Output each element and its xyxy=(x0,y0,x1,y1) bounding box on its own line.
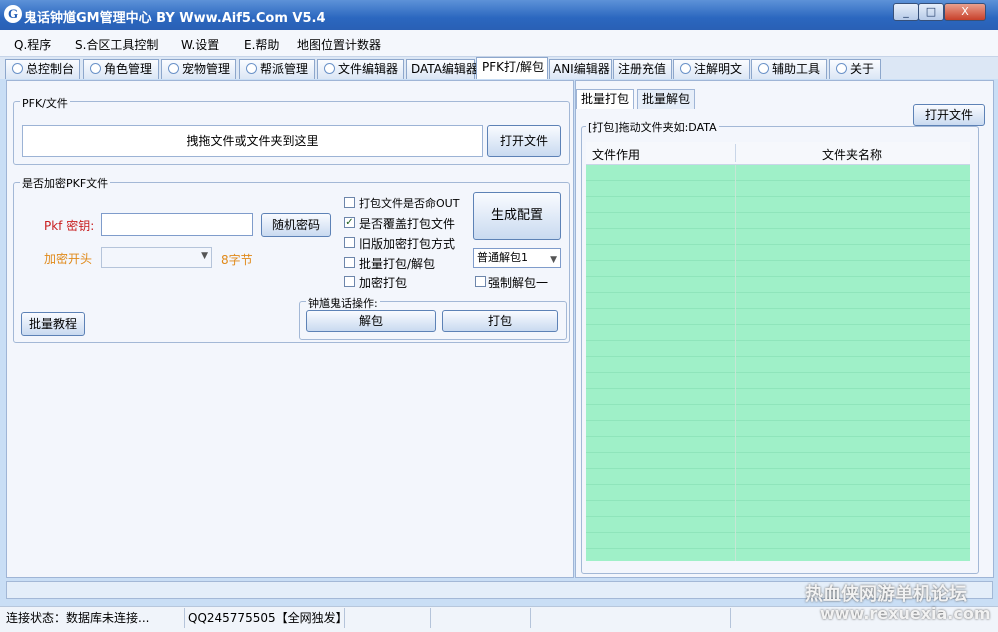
chevron-down-icon: ▼ xyxy=(550,255,557,265)
menu-program[interactable]: Q.程序 xyxy=(14,36,51,53)
encrypt-header-label: 加密开头 xyxy=(44,252,93,266)
tab-guilds[interactable]: 帮派管理 xyxy=(239,59,315,79)
watermark-url: www.rexuexia.com xyxy=(820,604,991,623)
tab-batch-pack[interactable]: 批量打包 xyxy=(576,89,635,109)
menu-bar: Q.程序 S.合区工具控制 W.设置 E.帮助 地图位置计数器 xyxy=(0,30,998,57)
watermark-title: 热血侠网游单机论坛 xyxy=(805,584,967,605)
pfk-file-group-title: PFK/文件 xyxy=(20,95,70,111)
batch-pack-checkbox[interactable] xyxy=(344,257,355,268)
column-divider xyxy=(735,165,736,561)
tab-data-editor[interactable]: DATA编辑器 xyxy=(406,59,478,79)
status-cell-empty xyxy=(532,608,731,628)
column-header-usage[interactable]: 文件作用 xyxy=(592,146,640,163)
overwrite-label: 是否覆盖打包文件 xyxy=(359,217,456,231)
tab-dot-icon xyxy=(680,63,691,74)
chevron-down-icon: ▼ xyxy=(201,251,208,261)
encrypt-group-title: 是否加密PKF文件 xyxy=(20,175,111,191)
right-open-file-button[interactable]: 打开文件 xyxy=(913,104,985,126)
tab-dot-icon xyxy=(758,63,769,74)
pack-button[interactable]: 打包 xyxy=(442,310,558,332)
qq-contact: QQ245775505【全网独发】 xyxy=(184,608,348,628)
list-header: 文件作用 文件夹名称 xyxy=(586,142,970,165)
menu-map-counter[interactable]: 地图位置计数器 xyxy=(297,36,381,53)
tab-dot-icon xyxy=(90,63,101,74)
title-bar[interactable]: G 鬼话钟馗GM管理中心 BY Www.Aif5.Com V5.4 _ □ X xyxy=(0,0,998,30)
batch-pack-label: 批量打包/解包 xyxy=(359,257,436,271)
minimize-button[interactable]: _ xyxy=(893,3,919,21)
folder-group-title: [打包]拖动文件夹如:DATA xyxy=(586,119,719,135)
tab-pfk-pack[interactable]: PFK打/解包 xyxy=(476,57,548,79)
tab-pets[interactable]: 宠物管理 xyxy=(161,59,236,79)
unpack-mode-value: 普通解包1 xyxy=(477,251,528,264)
tab-dot-icon xyxy=(168,63,179,74)
pkf-key-label: Pkf 密钥: xyxy=(44,219,95,233)
tab-batch-unpack[interactable]: 批量解包 xyxy=(637,89,696,109)
generate-config-button[interactable]: 生成配置 xyxy=(473,192,561,240)
encrypt-header-select[interactable]: ▼ xyxy=(101,247,212,268)
window-title: 鬼话钟馗GM管理中心 BY Www.Aif5.Com V5.4 xyxy=(24,11,326,26)
unpack-button[interactable]: 解包 xyxy=(306,310,436,332)
unpack-mode-select[interactable]: 普通解包1 ▼ xyxy=(473,248,561,268)
folder-list[interactable] xyxy=(586,165,970,561)
status-cell-empty xyxy=(432,608,531,628)
ops-group-title: 钟馗鬼话操作: xyxy=(306,295,380,311)
column-divider xyxy=(735,144,736,162)
menu-merge-tools[interactable]: S.合区工具控制 xyxy=(75,36,158,53)
tab-about[interactable]: 关于 xyxy=(829,59,881,79)
force-unpack-label: 强制解包一 xyxy=(488,276,549,290)
legacy-encrypt-label: 旧版加密打包方式 xyxy=(359,237,456,251)
tab-dot-icon xyxy=(836,63,847,74)
bytes-hint: 8字节 xyxy=(221,253,253,267)
out-file-label: 打包文件是否命OUT xyxy=(359,197,460,210)
column-header-folder[interactable]: 文件夹名称 xyxy=(822,146,882,163)
connection-status: 连接状态：数据库未连接... xyxy=(2,608,185,628)
encrypt-pack-label: 加密打包 xyxy=(359,276,408,290)
tab-register[interactable]: 注册充值 xyxy=(613,59,672,79)
tab-file-editor[interactable]: 文件编辑器 xyxy=(317,59,404,79)
tab-annotations[interactable]: 注解明文 xyxy=(673,59,750,79)
close-button[interactable]: X xyxy=(944,3,986,21)
menu-settings[interactable]: W.设置 xyxy=(181,36,219,53)
file-drop-zone[interactable]: 拽拖文件或文件夹到这里 xyxy=(22,125,483,157)
tab-console[interactable]: 总控制台 xyxy=(5,59,80,79)
tab-ani-editor[interactable]: ANI编辑器 xyxy=(549,59,612,79)
status-cell-empty xyxy=(342,608,431,628)
tab-dot-icon xyxy=(324,63,335,74)
encrypt-pack-checkbox[interactable] xyxy=(344,276,355,287)
overwrite-checkbox[interactable]: ✓ xyxy=(344,217,355,228)
tab-dot-icon xyxy=(246,63,257,74)
force-unpack-checkbox[interactable] xyxy=(475,276,486,287)
legacy-encrypt-checkbox[interactable] xyxy=(344,237,355,248)
random-password-button[interactable]: 随机密码 xyxy=(261,213,331,237)
maximize-button[interactable]: □ xyxy=(918,3,944,21)
pkf-key-input[interactable] xyxy=(101,213,253,236)
app-icon: G xyxy=(4,5,22,23)
batch-tutorial-button[interactable]: 批量教程 xyxy=(21,312,85,336)
open-file-button[interactable]: 打开文件 xyxy=(487,125,561,157)
menu-help[interactable]: E.帮助 xyxy=(244,36,279,53)
out-file-checkbox[interactable] xyxy=(344,197,355,208)
tab-aux-tools[interactable]: 辅助工具 xyxy=(751,59,827,79)
drop-zone-label: 拽拖文件或文件夹到这里 xyxy=(186,134,319,148)
tab-dot-icon xyxy=(12,63,23,74)
tab-roles[interactable]: 角色管理 xyxy=(83,59,159,79)
